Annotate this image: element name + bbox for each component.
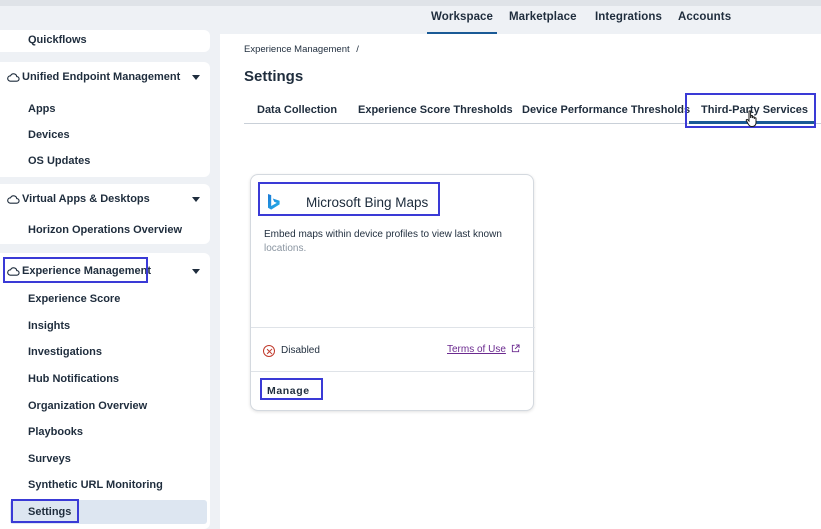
tab-workspace[interactable]: Workspace [426, 11, 498, 35]
service-description-line1: Embed maps within device profiles to vie… [264, 229, 502, 240]
sidebar-item-hub-notifications[interactable]: Hub Notifications [28, 373, 119, 385]
tab-integrations[interactable]: Integrations [595, 11, 662, 23]
breadcrumb-item-experience-management[interactable]: Experience Management [244, 44, 350, 55]
sidebar-item-horizon-operations-overview[interactable]: Horizon Operations Overview [28, 224, 182, 236]
sidebar-item-os-updates[interactable]: OS Updates [28, 155, 90, 167]
hand-cursor-icon [745, 110, 757, 127]
sidebar-item-devices[interactable]: Devices [28, 129, 70, 141]
page-title: Settings [244, 68, 304, 85]
sidebar-group-top: Quickflows [0, 30, 210, 52]
sidebar-group-experience-management: Experience Management Experience Score I… [0, 253, 210, 529]
chevron-down-icon[interactable] [192, 197, 200, 202]
sidebar-item-surveys[interactable]: Surveys [28, 453, 71, 465]
sidebar-group-virtual-apps: Virtual Apps & Desktops Horizon Operatio… [0, 184, 210, 244]
sidebar-group-header-uem[interactable]: Unified Endpoint Management [0, 62, 210, 92]
sidebar-group-label: Unified Endpoint Management [22, 71, 181, 83]
sidebar-item-organization-overview[interactable]: Organization Overview [28, 400, 147, 412]
sidebar-item-apps[interactable]: Apps [28, 103, 56, 115]
sidebar-item-synthetic-url-monitoring[interactable]: Synthetic URL Monitoring [28, 479, 163, 491]
tab-marketplace[interactable]: Marketplace [509, 11, 577, 23]
sidebar-group-uem: Unified Endpoint Management Apps Devices… [0, 62, 210, 177]
highlight-box-experience-management [3, 257, 148, 283]
tab-data-collection[interactable]: Data Collection [257, 104, 337, 116]
breadcrumb-separator: / [356, 44, 359, 55]
tab-device-performance-thresholds[interactable]: Device Performance Thresholds [522, 104, 690, 116]
card-divider [251, 371, 535, 372]
card-divider [251, 327, 535, 328]
status-label: Disabled [281, 345, 320, 356]
highlight-box-manage [260, 378, 323, 400]
tab-accounts[interactable]: Accounts [678, 11, 731, 23]
sidebar-group-header-virtual-apps[interactable]: Virtual Apps & Desktops [0, 184, 210, 214]
sidebar-group-label: Virtual Apps & Desktops [22, 193, 150, 205]
sidebar-item-investigations[interactable]: Investigations [28, 346, 102, 358]
terms-of-use-link[interactable]: Terms of Use [447, 344, 506, 355]
sidebar-item-quickflows[interactable]: Quickflows [28, 34, 87, 46]
chevron-down-icon[interactable] [192, 75, 200, 80]
service-description-line2: locations. [264, 243, 307, 254]
external-link-icon[interactable] [511, 344, 520, 353]
service-description: Embed maps within device profiles to vie… [264, 228, 526, 256]
cloud-icon [7, 73, 20, 82]
sidebar-item-experience-score[interactable]: Experience Score [28, 293, 120, 305]
chevron-down-icon[interactable] [192, 269, 200, 274]
tab-experience-score-thresholds[interactable]: Experience Score Thresholds [358, 104, 513, 116]
sidebar-item-insights[interactable]: Insights [28, 320, 70, 332]
highlight-box-service-name [258, 182, 440, 216]
main-content: Experience Management / Settings Data Co… [220, 34, 821, 529]
disabled-x-circle-icon [263, 345, 275, 357]
sidebar-item-playbooks[interactable]: Playbooks [28, 426, 83, 438]
cloud-icon [7, 195, 20, 204]
top-navigation: Workspace Marketplace Integrations Accou… [0, 0, 821, 35]
breadcrumb: Experience Management / [244, 44, 359, 55]
highlight-box-settings [11, 499, 79, 523]
